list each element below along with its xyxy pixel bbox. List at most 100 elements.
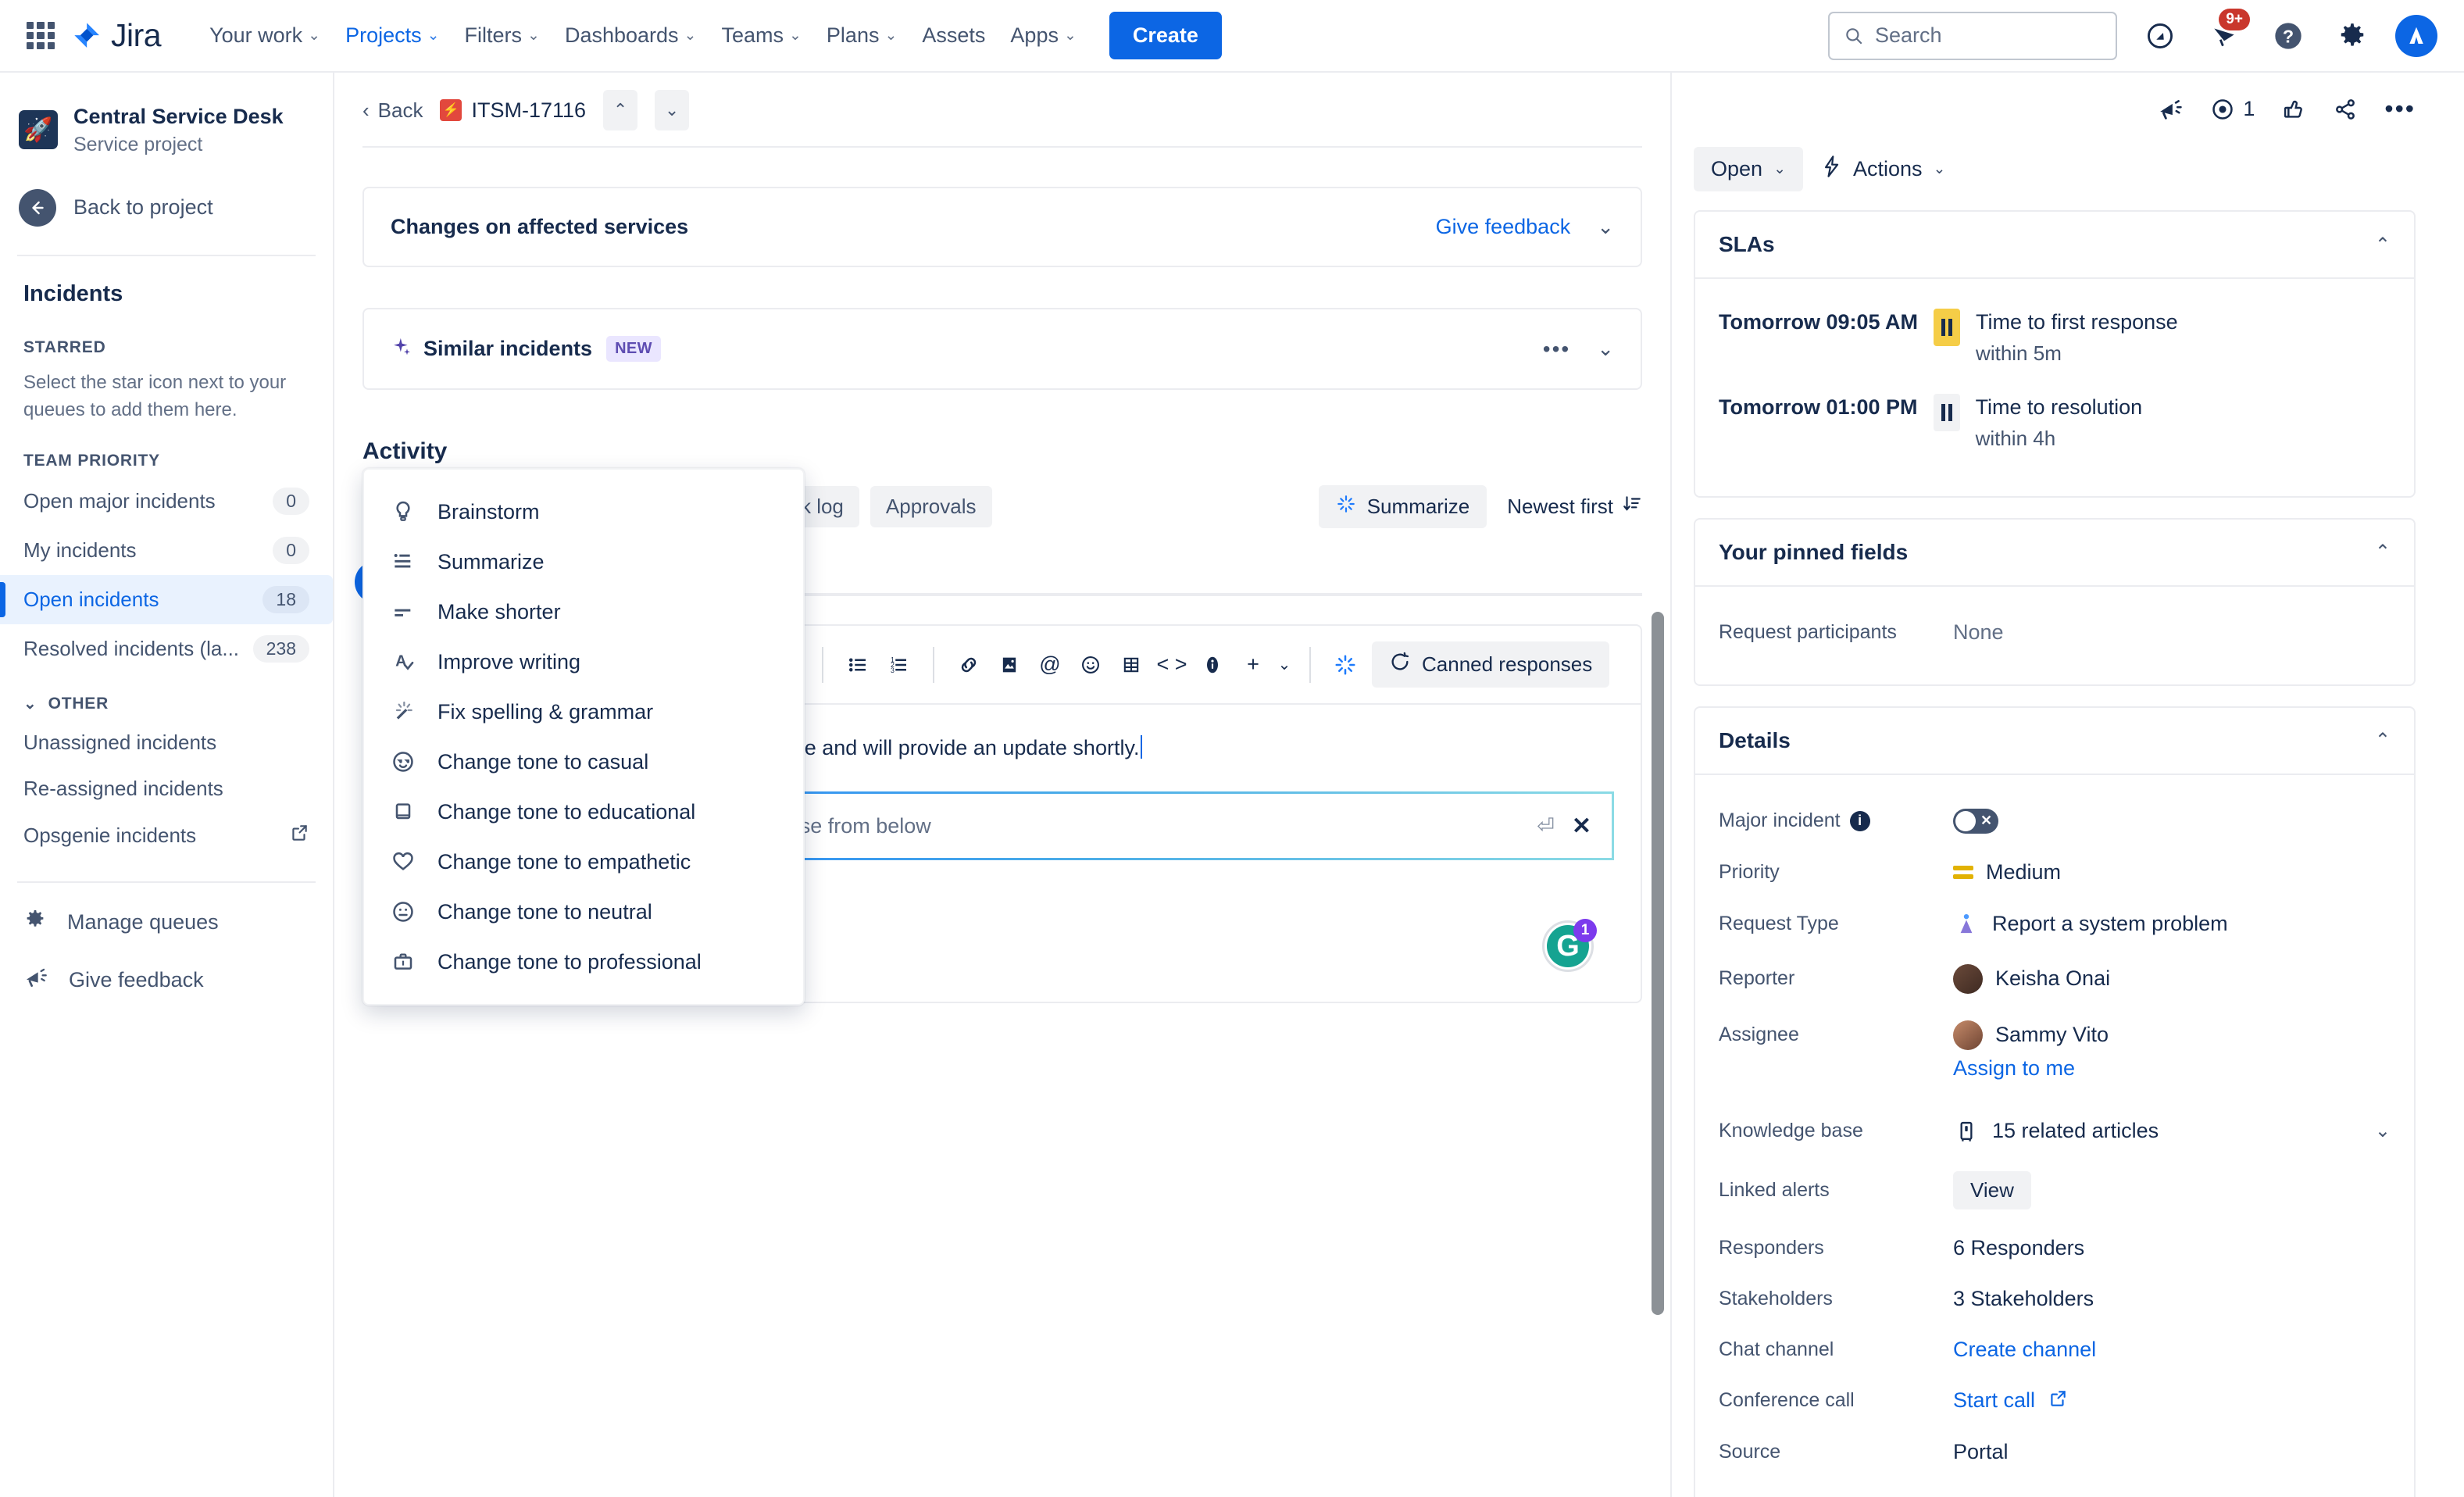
nav-item-teams[interactable]: Teams ⌄ [709, 13, 813, 59]
link-icon[interactable] [948, 645, 989, 685]
insert-plus-icon[interactable]: + [1233, 645, 1273, 685]
watchers-button[interactable]: 1 [2210, 97, 2255, 122]
give-feedback-link[interactable]: Give feedback [1436, 215, 1571, 239]
summarize-button[interactable]: Summarize [1318, 485, 1487, 528]
back-button[interactable]: ‹ Back [362, 98, 423, 123]
chevron-down-icon[interactable]: ⌄ [1597, 337, 1614, 361]
changes-on-affected-services-panel: Changes on affected services Give feedba… [362, 187, 1642, 267]
share-icon[interactable] [2333, 97, 2358, 122]
canned-responses-button[interactable]: Canned responses [1372, 641, 1610, 688]
mention-icon[interactable]: @ [1030, 645, 1070, 685]
sidebar-item-my-incidents[interactable]: My incidents 0 [0, 526, 333, 575]
chevron-down-icon[interactable]: ⌄ [2375, 1120, 2391, 1142]
ai-menu-item-change-tone-to-empathetic[interactable]: Change tone to empathetic [364, 837, 803, 887]
bullet-list-icon[interactable] [837, 645, 878, 685]
like-thumb-icon[interactable] [2281, 97, 2306, 122]
nav-item-projects[interactable]: Projects ⌄ [333, 13, 452, 81]
field-value[interactable]: Sammy Vito [1953, 1020, 2391, 1050]
start-call-link[interactable]: Start call [1953, 1388, 2035, 1413]
toggle-off-icon: ✕ [1980, 813, 1993, 829]
chevron-down-icon[interactable]: ⌄ [1273, 645, 1295, 685]
submit-prompt-icon[interactable]: ⏎ [1537, 814, 1555, 838]
major-incident-toggle[interactable]: ✕ [1953, 808, 1998, 834]
project-header[interactable]: 🚀 Central Service Desk Service project [0, 95, 333, 156]
grammarly-badge[interactable]: G 1 [1542, 919, 1597, 972]
previous-issue-button[interactable]: ⌃ [603, 90, 638, 130]
notifications-bell-icon[interactable]: 9+ [2203, 8, 2250, 57]
info-panel-icon[interactable] [1192, 645, 1233, 685]
ai-menu-item-fix-spelling-grammar[interactable]: Fix spelling & grammar [364, 687, 803, 737]
chevron-down-icon[interactable]: ⌄ [1597, 215, 1614, 239]
field-value[interactable]: Report a system problem [1953, 911, 2391, 938]
image-icon[interactable] [989, 645, 1030, 685]
help-icon[interactable]: ? [2267, 15, 2309, 57]
info-icon[interactable]: i [1849, 810, 1870, 831]
field-value[interactable]: None [1953, 620, 2391, 645]
ai-menu-item-change-tone-to-educational[interactable]: Change tone to educational [364, 787, 803, 837]
search-input[interactable]: Search [1828, 11, 2117, 60]
create-button[interactable]: Create [1109, 12, 1222, 59]
ai-menu-item-summarize[interactable]: Summarize [364, 537, 803, 587]
lightning-icon [1820, 155, 1842, 184]
megaphone-icon[interactable] [2157, 96, 2184, 123]
ai-menu-item-improve-writing[interactable]: A Improve writing [364, 637, 803, 687]
sla-due-time: Tomorrow 09:05 AM [1719, 310, 1919, 334]
ai-menu-label: Change tone to casual [437, 749, 649, 774]
close-icon[interactable]: ✕ [1572, 813, 1591, 840]
sidebar-item-open-major-incidents[interactable]: Open major incidents 0 [0, 477, 333, 526]
field-value[interactable]: 3 Stakeholders [1953, 1287, 2391, 1311]
numbered-list-icon[interactable]: 1 2 3 [878, 645, 919, 685]
compass-icon[interactable] [2139, 15, 2181, 57]
view-linked-alerts-button[interactable]: View [1953, 1170, 2031, 1209]
ai-menu-item-change-tone-to-neutral[interactable]: Change tone to neutral [364, 887, 803, 937]
ai-menu-item-make-shorter[interactable]: Make shorter [364, 587, 803, 637]
ai-sparkle-icon[interactable] [1325, 645, 1366, 685]
field-value[interactable]: Portal [1953, 1440, 2391, 1464]
sidebar-item-reassigned-incidents[interactable]: Re-assigned incidents [0, 766, 333, 812]
issue-key-link[interactable]: ⚡ ITSM-17116 [440, 98, 586, 123]
field-value[interactable]: 6 Responders [1953, 1236, 2391, 1260]
sidebar-item-resolved-incidents[interactable]: Resolved incidents (la... 238 [0, 624, 333, 673]
back-to-project-button[interactable]: Back to project [0, 172, 333, 244]
code-icon[interactable]: < > [1152, 645, 1192, 685]
emoji-icon[interactable] [1070, 645, 1111, 685]
ai-menu-item-change-tone-to-casual[interactable]: Change tone to casual [364, 737, 803, 787]
nav-item-plans[interactable]: Plans ⌄ [814, 13, 909, 59]
nav-item-assets[interactable]: Assets [909, 13, 998, 59]
main-scrollbar[interactable] [1652, 612, 1664, 1315]
chevron-up-icon[interactable]: ⌃ [2375, 541, 2391, 563]
nav-item-your-work[interactable]: Your work ⌄ [197, 13, 333, 59]
table-icon[interactable] [1111, 645, 1152, 685]
more-actions-icon[interactable]: ••• [2384, 95, 2416, 123]
queue-label: My incidents [23, 538, 137, 563]
nav-item-apps[interactable]: Apps ⌄ [998, 13, 1088, 59]
activity-filter-approvals[interactable]: Approvals [870, 486, 992, 527]
actions-dropdown[interactable]: Actions ⌄ [1820, 155, 1945, 184]
next-issue-button[interactable]: ⌄ [655, 90, 690, 130]
sidebar-item-opsgenie-incidents[interactable]: Opsgenie incidents [0, 812, 333, 859]
chevron-up-icon[interactable]: ⌃ [2375, 729, 2391, 752]
assign-to-me-link[interactable]: Assign to me [1953, 1053, 2075, 1091]
other-group-header[interactable]: ⌄ OTHER [0, 673, 333, 720]
jira-logo[interactable]: Jira [72, 17, 162, 54]
more-actions-icon[interactable]: ••• [1543, 337, 1570, 362]
nav-item-filters[interactable]: Filters ⌄ [452, 13, 552, 59]
give-feedback-button[interactable]: Give feedback [0, 951, 333, 1009]
user-avatar[interactable] [2395, 14, 2437, 57]
app-switcher-icon[interactable] [27, 21, 55, 50]
sidebar-item-unassigned-incidents[interactable]: Unassigned incidents [0, 720, 333, 766]
ai-menu-item-brainstorm[interactable]: Brainstorm [364, 487, 803, 537]
sort-order-button[interactable]: Newest first [1507, 494, 1642, 520]
field-value[interactable]: Medium [1953, 860, 2391, 884]
settings-gear-icon[interactable] [2331, 15, 2373, 57]
svg-text:?: ? [2283, 26, 2294, 46]
field-value[interactable]: 15 related articles ⌄ [1953, 1118, 2391, 1145]
ai-menu-item-change-tone-to-professional[interactable]: Change tone to professional [364, 937, 803, 987]
create-channel-link[interactable]: Create channel [1953, 1338, 2096, 1362]
field-value[interactable]: Keisha Onai [1953, 963, 2391, 994]
nav-item-dashboards[interactable]: Dashboards ⌄ [552, 13, 709, 59]
chevron-up-icon[interactable]: ⌃ [2375, 234, 2391, 256]
status-dropdown[interactable]: Open ⌄ [1694, 147, 1803, 191]
manage-queues-button[interactable]: Manage queues [0, 894, 333, 951]
sidebar-item-open-incidents[interactable]: Open incidents 18 [0, 575, 333, 625]
